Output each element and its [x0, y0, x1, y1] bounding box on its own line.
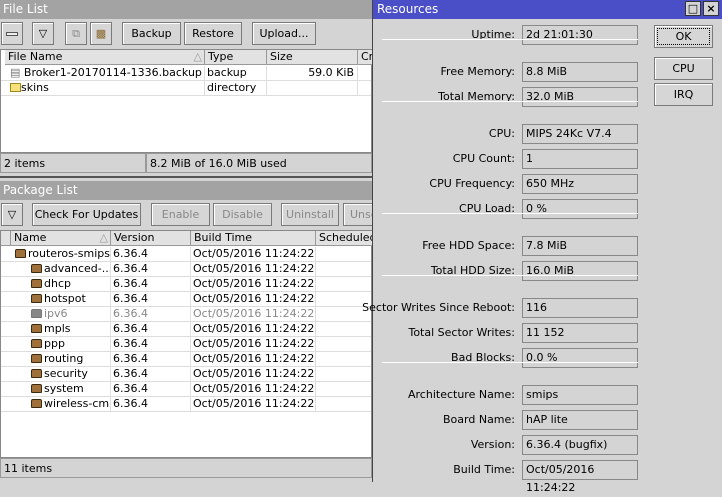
filter-button[interactable]: ▽: [32, 22, 54, 45]
paste-button[interactable]: ▩: [90, 22, 112, 45]
cpu-load-field[interactable]: 0 %: [522, 199, 638, 219]
version-field[interactable]: 6.36.4 (bugfix): [522, 435, 638, 455]
file-count: 2 items: [0, 153, 146, 173]
free-memory-label: Free Memory:: [440, 65, 515, 78]
package-icon: [31, 294, 42, 303]
upload-button[interactable]: Upload...: [252, 22, 316, 45]
backup-button[interactable]: Backup: [122, 22, 181, 45]
bad-blocks-field[interactable]: 0.0 %: [522, 348, 638, 368]
architecture-name-label: Architecture Name:: [408, 388, 515, 401]
architecture-name-field[interactable]: smips: [522, 385, 638, 405]
package-row[interactable]: security 6.36.4 Oct/05/2016 11:24:22: [1, 367, 376, 382]
maximize-button[interactable]: □: [685, 1, 701, 16]
total-memory-label: Total Memory:: [438, 90, 515, 103]
restore-button[interactable]: Restore: [184, 22, 242, 45]
copy-icon: ⧉: [72, 27, 80, 40]
package-icon: [31, 264, 42, 273]
package-icon: [31, 369, 42, 378]
sector-writes-since-reboot-field[interactable]: 116: [522, 298, 638, 318]
col-file-name[interactable]: File Name △: [5, 50, 205, 65]
package-icon: [31, 384, 42, 393]
enable-button[interactable]: Enable: [151, 203, 210, 226]
filter-icon: ▽: [7, 208, 17, 221]
cpu-load-label: CPU Load:: [459, 202, 515, 215]
cpu-field[interactable]: MIPS 24Kc V7.4: [522, 124, 638, 144]
package-icon: [15, 249, 26, 258]
free-hdd-space-field[interactable]: 7.8 MiB: [522, 236, 638, 256]
sector-writes-since-reboot-label: Sector Writes Since Reboot:: [362, 301, 515, 314]
uptime-label: Uptime:: [471, 28, 515, 41]
uptime-field[interactable]: 2d 21:01:30: [522, 25, 638, 45]
build-time-label: Build Time:: [453, 463, 515, 476]
total-memory-field[interactable]: 32.0 MiB: [522, 87, 638, 107]
total-hdd-size-field[interactable]: 16.0 MiB: [522, 261, 638, 281]
version-label: Version:: [470, 438, 515, 451]
maximize-icon: □: [687, 2, 699, 15]
package-icon: [31, 399, 42, 408]
free-hdd-space-label: Free HDD Space:: [422, 239, 515, 252]
cpu-frequency-label: CPU Frequency:: [429, 177, 515, 190]
cpu-label: CPU:: [488, 127, 515, 140]
paste-icon: ▩: [95, 27, 107, 40]
total-sector-writes-field[interactable]: 11 152: [522, 323, 638, 343]
col-build-time[interactable]: Build Time: [191, 231, 316, 246]
board-name-field[interactable]: hAP lite: [522, 410, 638, 430]
bad-blocks-label: Bad Blocks:: [451, 351, 515, 364]
cpu-count-field[interactable]: 1: [522, 149, 638, 169]
package-icon: [31, 354, 42, 363]
total-hdd-size-label: Total HDD Size:: [430, 264, 515, 277]
col-version[interactable]: Version: [111, 231, 191, 246]
remove-button[interactable]: [1, 22, 23, 45]
cpu-frequency-field[interactable]: 650 MHz: [522, 174, 638, 194]
close-button[interactable]: ×: [703, 1, 719, 16]
file-icon: ▤: [10, 66, 21, 79]
package-icon: [31, 339, 42, 348]
disable-button[interactable]: Disable: [213, 203, 272, 226]
close-icon: ×: [706, 2, 716, 15]
build-time-field[interactable]: Oct/05/2016 11:24:22: [522, 460, 638, 494]
file-list-title: File List: [0, 0, 372, 19]
package-icon: [31, 279, 42, 288]
copy-button[interactable]: ⧉: [65, 22, 87, 45]
cpu-count-label: CPU Count:: [452, 152, 515, 165]
col-type[interactable]: Type: [205, 50, 267, 65]
package-icon: [31, 324, 42, 333]
irq-button[interactable]: IRQ: [654, 83, 713, 106]
free-memory-field[interactable]: 8.8 MiB: [522, 62, 638, 82]
filter-button[interactable]: ▽: [1, 203, 23, 226]
cpu-button[interactable]: CPU: [654, 57, 713, 80]
resources-title: Resources: [373, 0, 722, 19]
package-icon: [31, 309, 42, 318]
folder-icon: [10, 83, 21, 92]
board-name-label: Board Name:: [443, 413, 515, 426]
minus-icon: [6, 32, 18, 36]
col-name[interactable]: Name △: [11, 231, 111, 246]
check-for-updates-button[interactable]: Check For Updates: [32, 203, 141, 226]
ok-button[interactable]: OK: [654, 25, 713, 48]
filter-icon: ▽: [38, 27, 48, 40]
total-sector-writes-label: Total Sector Writes:: [408, 326, 515, 339]
